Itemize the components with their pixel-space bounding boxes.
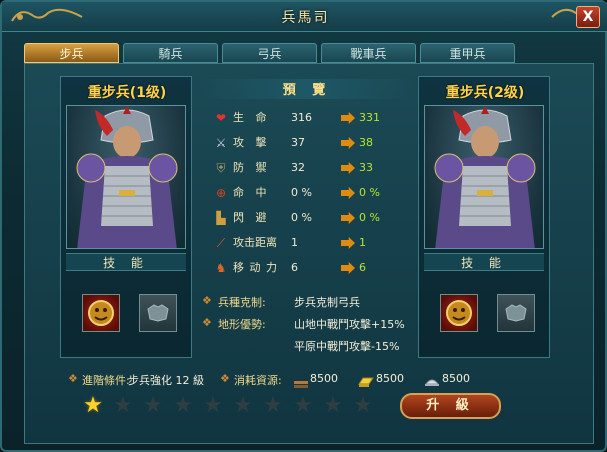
stat-label: 命 中 xyxy=(233,186,271,199)
tab-archer[interactable]: 弓兵 xyxy=(222,43,317,63)
stat-next: 1 xyxy=(359,236,366,249)
stat-next: 38 xyxy=(359,136,373,149)
counter-label: 兵種克制: xyxy=(218,296,266,309)
counter-value: 步兵克制弓兵 xyxy=(294,296,360,309)
star-empty-icon: ★ xyxy=(203,393,223,418)
tab-heavy-armor[interactable]: 重甲兵 xyxy=(420,43,515,63)
cost-gold-value: 8500 xyxy=(376,372,404,385)
stat-row-hp: ❤ 生 命 316 331 xyxy=(214,108,414,128)
cost-silver-value: 8500 xyxy=(442,372,470,385)
arrow-right-icon xyxy=(341,162,355,174)
stat-current: 37 xyxy=(291,136,305,149)
boot-icon: ▙ xyxy=(216,211,226,225)
current-unit-card: 重步兵(1级) 技 能 xyxy=(60,76,192,358)
unit-portrait xyxy=(66,105,186,249)
arrow-right-icon xyxy=(341,237,355,249)
bullet-icon: ❖ xyxy=(220,372,230,385)
next-unit-card: 重步兵(2级) 技 能 xyxy=(418,76,550,358)
stat-current: 0 % xyxy=(291,186,312,199)
stat-label: 閃 避 xyxy=(233,211,271,224)
unit-portrait xyxy=(424,105,544,249)
star-empty-icon: ★ xyxy=(143,393,163,418)
stat-current: 1 xyxy=(291,236,298,249)
star-empty-icon: ★ xyxy=(113,393,133,418)
arrow-right-icon xyxy=(341,137,355,149)
bullet-icon: ❖ xyxy=(68,372,78,385)
lion-shield-icon xyxy=(88,300,114,326)
close-button[interactable]: X xyxy=(576,6,600,28)
heart-icon: ❤ xyxy=(215,111,227,125)
horse-icon: ♞ xyxy=(215,261,227,275)
empty-skill-icon xyxy=(505,304,527,322)
upgrade-req-label: 進階條件: xyxy=(82,374,130,387)
skill-slot-1[interactable] xyxy=(82,294,120,332)
stat-row-dodge: ▙ 閃 避 0 % 0 % xyxy=(214,208,414,228)
skill-label: 技 能 xyxy=(424,253,544,271)
star-empty-icon: ★ xyxy=(233,393,253,418)
stat-next: 331 xyxy=(359,111,380,124)
preview-title: 預 覽 xyxy=(198,79,416,99)
stat-row-range: ⟋ 攻击距离 1 1 xyxy=(214,233,414,253)
skill-slot-1[interactable] xyxy=(440,294,478,332)
stat-next: 33 xyxy=(359,161,373,174)
stat-row-move: ♞ 移 动 力 6 6 xyxy=(214,258,414,278)
stat-current: 0 % xyxy=(291,211,312,224)
wood-icon xyxy=(294,375,308,388)
skill-slot-2[interactable] xyxy=(139,294,177,332)
stat-current: 316 xyxy=(291,111,312,124)
stat-row-attack: ⚔ 攻 擊 37 38 xyxy=(214,133,414,153)
bullet-icon: ❖ xyxy=(202,294,212,307)
gold-icon xyxy=(357,373,375,387)
stat-label: 移 动 力 xyxy=(233,261,278,274)
tab-cavalry[interactable]: 騎兵 xyxy=(123,43,218,63)
cost-wood-value: 8500 xyxy=(310,372,338,385)
stat-next: 6 xyxy=(359,261,366,274)
arrow-right-icon xyxy=(341,262,355,274)
terrain-value-1: 山地中戰鬥攻擊+15% xyxy=(294,318,405,331)
star-empty-icon: ★ xyxy=(323,393,343,418)
empty-skill-icon xyxy=(147,304,169,322)
current-unit-name: 重步兵(1级) xyxy=(87,85,167,101)
terrain-label: 地形優勢: xyxy=(218,318,266,331)
star-empty-icon: ★ xyxy=(263,393,283,418)
stat-label: 攻击距离 xyxy=(233,236,277,249)
star-empty-icon: ★ xyxy=(293,393,313,418)
shield-icon: ⛨ xyxy=(216,161,226,175)
star-empty-icon: ★ xyxy=(173,393,193,418)
stat-label: 攻 擊 xyxy=(233,136,271,149)
next-unit-name: 重步兵(2级) xyxy=(445,85,525,101)
arrow-right-icon xyxy=(341,112,355,124)
stats-preview-panel: 預 覽 ❤ 生 命 316 331 ⚔ 攻 擊 37 38 ⛨ 防 禦 32 3… xyxy=(198,76,416,360)
skill-label: 技 能 xyxy=(66,253,186,271)
skill-slot-2[interactable] xyxy=(497,294,535,332)
tab-chariot[interactable]: 戰車兵 xyxy=(321,43,416,63)
sword-icon: ⚔ xyxy=(215,136,227,150)
stat-next: 0 % xyxy=(359,186,380,199)
stat-label: 防 禦 xyxy=(233,161,271,174)
stat-label: 生 命 xyxy=(233,111,271,124)
star-empty-icon: ★ xyxy=(353,393,373,418)
stat-next: 0 % xyxy=(359,211,380,224)
barracks-window: 兵馬司 X 步兵 騎兵 弓兵 戰車兵 重甲兵 重步兵(1级) 技 能 重步兵(2… xyxy=(0,0,607,452)
spear-icon: ⟋ xyxy=(216,236,226,250)
star-filled-icon: ★ xyxy=(83,393,103,418)
cost-label: 消耗資源: xyxy=(234,374,282,387)
silver-icon xyxy=(424,372,440,386)
stat-current: 6 xyxy=(291,261,298,274)
arrow-right-icon xyxy=(341,212,355,224)
stat-row-defense: ⛨ 防 禦 32 33 xyxy=(214,158,414,178)
terrain-value-2: 平原中戰鬥攻擊-15% xyxy=(294,340,400,353)
target-icon: ⊕ xyxy=(215,186,227,200)
stat-row-hit: ⊕ 命 中 0 % 0 % xyxy=(214,183,414,203)
stat-current: 32 xyxy=(291,161,305,174)
upgrade-button[interactable]: 升 級 xyxy=(400,393,501,419)
window-title: 兵馬司 xyxy=(281,10,330,26)
title-bar: 兵馬司 X xyxy=(2,2,607,32)
upgrade-req-value: 步兵強化 12 級 xyxy=(128,374,204,387)
lion-shield-icon xyxy=(446,300,472,326)
arrow-right-icon xyxy=(341,187,355,199)
tab-infantry[interactable]: 步兵 xyxy=(24,43,119,63)
bullet-icon: ❖ xyxy=(202,316,212,329)
